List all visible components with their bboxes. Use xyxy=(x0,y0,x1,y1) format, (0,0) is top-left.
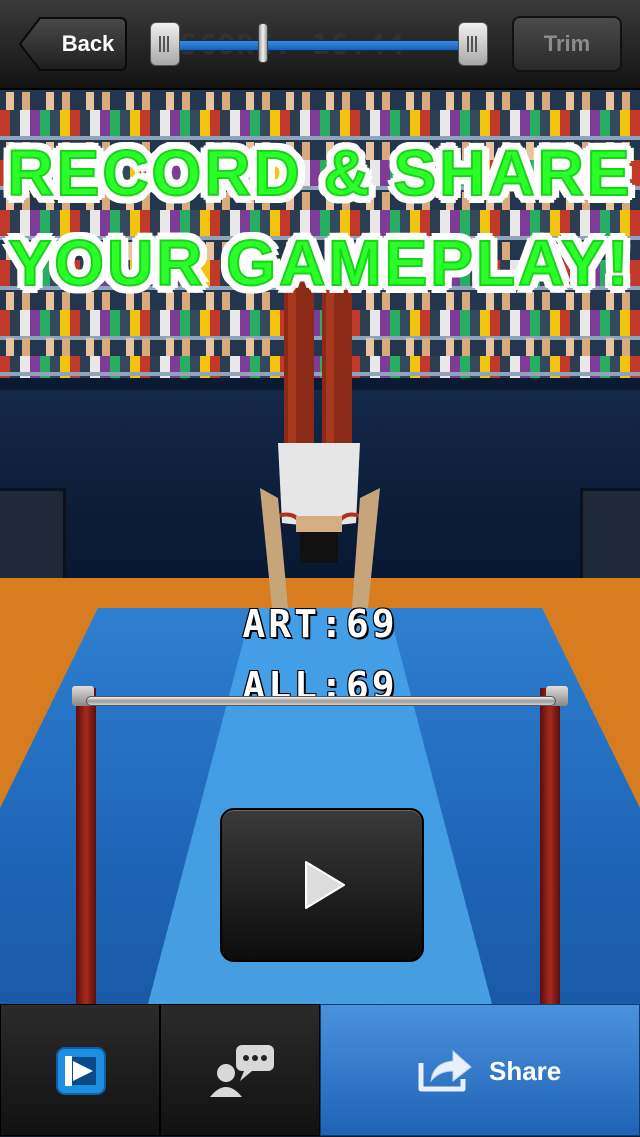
comment-button[interactable] xyxy=(160,1004,320,1136)
playhead-handle[interactable] xyxy=(258,23,268,63)
trim-start-handle[interactable] xyxy=(150,22,180,66)
bar-post-right xyxy=(540,688,560,1004)
back-label: Back xyxy=(61,31,115,56)
art-score: ART:69 xyxy=(242,602,398,646)
top-toolbar: Back SCORE: 16.44 Trim xyxy=(0,0,640,90)
share-label: Share xyxy=(489,1056,562,1086)
share-arrow-icon xyxy=(418,1049,472,1092)
play-button[interactable] xyxy=(220,808,424,962)
bottom-toolbar: Share xyxy=(0,1004,640,1136)
play-icon xyxy=(305,861,345,909)
share-button[interactable]: Share xyxy=(320,1004,640,1136)
trim-scrubber[interactable]: SCORE: 16.44 xyxy=(150,20,488,68)
high-bar xyxy=(86,696,556,706)
banner-line-2: YOUR GAMEPLAY! xyxy=(8,226,632,300)
video-app-logo-icon xyxy=(56,1047,106,1095)
user-comment-icon xyxy=(210,1045,274,1097)
app-logo-button[interactable] xyxy=(0,1004,160,1136)
trim-button[interactable]: Trim xyxy=(512,16,622,72)
scrubber-track[interactable] xyxy=(170,40,470,51)
trim-end-handle[interactable] xyxy=(458,22,488,66)
back-button[interactable]: Back xyxy=(18,16,128,72)
bar-post-left xyxy=(76,688,96,1004)
banner-line-1: RECORD & SHARE xyxy=(6,136,633,210)
